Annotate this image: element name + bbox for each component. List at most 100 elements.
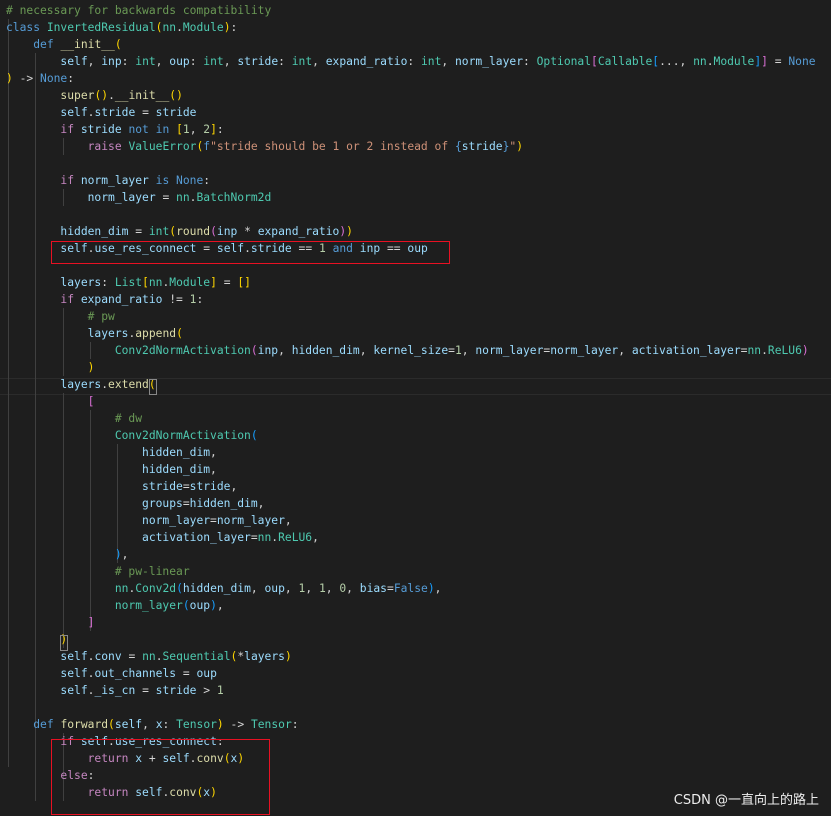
code-token: , <box>441 55 455 68</box>
code-token: self <box>60 106 88 119</box>
code-token: BatchNorm2d <box>196 191 272 204</box>
code-line[interactable]: if expand_ratio != 1: <box>6 291 203 308</box>
code-token: , <box>618 344 632 357</box>
code-token: Module <box>169 276 211 289</box>
code-line[interactable]: Conv2dNormActivation( <box>6 427 258 444</box>
code-line[interactable]: self.conv = nn.Sequential(*layers) <box>6 648 292 665</box>
code-token: = <box>387 582 394 595</box>
code-token: nn <box>114 582 129 595</box>
code-line[interactable]: def __init__( <box>6 36 121 53</box>
code-line[interactable]: self.stride = stride <box>6 104 196 121</box>
code-line[interactable]: class InvertedResidual(nn.Module): <box>6 19 237 36</box>
code-token: = <box>128 225 149 238</box>
code-line[interactable]: Conv2dNormActivation(inp, hidden_dim, ke… <box>6 342 809 359</box>
code-token: __init__ <box>114 89 170 102</box>
code-line[interactable]: layers.append( <box>6 325 183 342</box>
code-token: = <box>210 514 217 527</box>
code-token: def <box>33 718 61 731</box>
code-line[interactable]: self._is_cn = stride > 1 <box>6 682 223 699</box>
code-token: , <box>210 446 217 459</box>
code-token: round <box>176 225 211 238</box>
code-line[interactable]: nn.Conv2d(hidden_dim, oup, 1, 1, 0, bias… <box>6 580 442 597</box>
code-token: self <box>60 684 88 697</box>
code-token: if <box>60 174 81 187</box>
code-line[interactable]: if norm_layer is None: <box>6 172 210 189</box>
code-line[interactable]: raise ValueError(f"stride should be 1 or… <box>6 138 523 155</box>
code-line[interactable]: # pw-linear <box>6 563 190 580</box>
code-token: norm_layer <box>142 514 211 527</box>
code-token: ( <box>176 327 183 340</box>
code-token: int <box>203 55 224 68</box>
code-token: ) <box>284 650 292 663</box>
code-token: Optional <box>536 55 592 68</box>
code-token: : <box>216 123 224 136</box>
code-token: stride <box>94 106 136 119</box>
code-line[interactable]: self, inp: int, oup: int, stride: int, e… <box>6 53 815 70</box>
code-line[interactable]: # pw <box>6 308 115 325</box>
code-line[interactable]: ) <box>6 631 67 648</box>
code-token: , <box>325 582 340 595</box>
code-token: # pw-linear <box>114 565 190 578</box>
code-token: , <box>250 582 265 595</box>
code-token: [ <box>591 55 598 68</box>
code-token: nn <box>142 650 156 663</box>
code-token: ..., <box>659 55 694 68</box>
code-line[interactable]: stride=stride, <box>6 478 237 495</box>
code-line[interactable]: # dw <box>6 410 142 427</box>
code-line[interactable]: norm_layer = nn.BatchNorm2d <box>6 189 272 206</box>
code-line[interactable]: hidden_dim, <box>6 444 217 461</box>
code-token: expand_ratio <box>257 225 340 238</box>
code-token: not in <box>121 123 177 136</box>
code-token: norm_layer <box>475 344 544 357</box>
code-token: , <box>346 582 360 595</box>
code-token: , <box>189 123 204 136</box>
code-token: ] <box>761 55 768 68</box>
code-line[interactable]: layers.extend( <box>6 376 155 393</box>
code-line[interactable]: ) <box>6 359 95 376</box>
code-line[interactable]: norm_layer(oup), <box>6 597 224 614</box>
code-line[interactable]: layers: List[nn.Module] = [] <box>6 274 251 291</box>
code-line[interactable]: if stride not in [1, 2]: <box>6 121 224 138</box>
code-token: stride <box>461 140 503 153</box>
code-token: int <box>148 225 170 238</box>
code-line[interactable]: def forward(self, x: Tensor) -> Tensor: <box>6 716 298 733</box>
code-token: nn <box>693 55 707 68</box>
code-line[interactable]: groups=hidden_dim, <box>6 495 264 512</box>
code-token: forward <box>60 718 109 731</box>
code-line[interactable]: hidden_dim = int(round(inp * expand_rati… <box>6 223 353 240</box>
code-token: extend <box>108 378 149 391</box>
code-line[interactable]: norm_layer=norm_layer, <box>6 512 292 529</box>
code-token: -> <box>12 72 41 85</box>
code-token: # pw <box>87 310 115 323</box>
code-token: bias <box>359 582 387 595</box>
code-token: ReLU6 <box>767 344 802 357</box>
code-editor[interactable]: # necessary for backwards compatibility c… <box>0 0 831 816</box>
code-line[interactable]: activation_layer=nn.ReLU6, <box>6 529 319 546</box>
code-line[interactable]: ), <box>6 546 129 563</box>
code-line[interactable]: hidden_dim, <box>6 461 217 478</box>
code-token: ValueError <box>128 140 197 153</box>
code-token: if <box>60 123 81 136</box>
code-token: Tensor <box>176 718 217 731</box>
code-line[interactable]: self.out_channels = oup <box>6 665 216 682</box>
code-token: = <box>448 344 455 357</box>
code-line[interactable]: [ <box>6 393 95 410</box>
code-token: stride <box>80 123 122 136</box>
code-line[interactable]: ) -> None: <box>6 70 74 87</box>
code-line[interactable]: super().__init__() <box>6 87 183 104</box>
code-token: ) <box>516 140 523 153</box>
code-line[interactable]: ] <box>6 614 95 631</box>
code-token: append <box>135 327 177 340</box>
code-token: inp <box>216 225 238 238</box>
code-line[interactable]: # necessary for backwards compatibility <box>6 2 271 19</box>
